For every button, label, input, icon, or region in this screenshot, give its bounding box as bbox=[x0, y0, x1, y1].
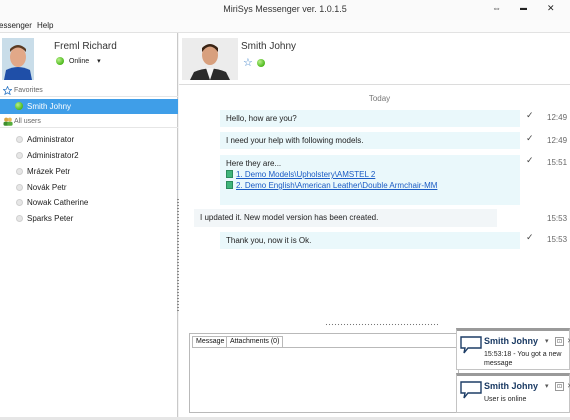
user-item-label: Nowak Catherine bbox=[27, 198, 89, 207]
notification-handle bbox=[509, 373, 525, 376]
user-item-novak-petr[interactable]: Novák Petr bbox=[0, 180, 178, 195]
read-check-icon: ✓ bbox=[526, 110, 534, 120]
users-icon bbox=[3, 117, 13, 126]
model-link-2[interactable]: 2. Demo English\American Leather\Double … bbox=[226, 181, 514, 190]
user-item-label: Mrázek Petr bbox=[27, 167, 71, 176]
chat-bubble-icon bbox=[460, 336, 482, 354]
favorite-item-label: Smith Johny bbox=[27, 102, 72, 111]
user-item-administrator2[interactable]: Administrator2 bbox=[0, 148, 178, 163]
menu-help[interactable]: Help bbox=[37, 21, 53, 30]
notification-sender: Smith Johny bbox=[484, 336, 539, 346]
model-link-1[interactable]: 1. Demo Models\Upholstery\AMSTEL 2 bbox=[226, 170, 514, 179]
chevron-down-icon[interactable]: ▾ bbox=[545, 337, 549, 345]
user-item-label: Sparks Peter bbox=[27, 214, 74, 223]
offline-icon bbox=[16, 152, 23, 159]
message-time: 12:49 bbox=[547, 113, 568, 122]
window-title: MiriSys Messenger ver. 1.0.1.5 bbox=[223, 4, 347, 14]
read-check-icon: ✓ bbox=[526, 133, 534, 143]
compose-splitter[interactable] bbox=[325, 323, 438, 326]
favorite-item-smith-johny[interactable]: Smith Johny bbox=[0, 99, 178, 114]
notification-text: User is online bbox=[484, 396, 527, 403]
tab-attachments[interactable]: Attachments (0) bbox=[226, 336, 284, 347]
chat-bubble-icon bbox=[460, 381, 482, 399]
tab-message[interactable]: Message bbox=[192, 336, 229, 347]
my-avatar[interactable] bbox=[2, 38, 34, 80]
pin-icon[interactable]: ⊡ bbox=[555, 382, 565, 391]
message-time: 15:53 bbox=[547, 214, 568, 223]
model-link-label: 1. Demo Models\Upholstery\AMSTEL 2 bbox=[236, 170, 376, 179]
notification-text: 15:53:18 - You got a new message bbox=[484, 351, 562, 367]
chevron-down-icon[interactable]: ▾ bbox=[545, 382, 549, 390]
contact-name: Smith Johny bbox=[241, 41, 297, 52]
file-icon bbox=[226, 170, 233, 178]
user-item-mrazek-petr[interactable]: Mrázek Petr bbox=[0, 164, 178, 179]
favorite-star-icon[interactable]: ☆ bbox=[243, 57, 253, 69]
message-text: I need your help with following models. bbox=[226, 136, 364, 145]
message-bubble: Thank you, now it is Ok. bbox=[220, 232, 520, 249]
message-bubble: Here they are... 1. Demo Models\Upholste… bbox=[220, 155, 520, 205]
status-label: Online bbox=[68, 58, 90, 65]
read-check-icon: ✓ bbox=[526, 155, 534, 165]
message-bubble-incoming: I updated it. New model version has been… bbox=[194, 209, 497, 227]
user-item-label: Administrator bbox=[27, 135, 75, 144]
my-profile: Freml Richard Online ▾ bbox=[0, 33, 178, 83]
pin-icon[interactable]: ⊡ bbox=[555, 337, 565, 346]
message-list[interactable]: Today Hello, how are you? ✓ 12:49 I need… bbox=[189, 89, 570, 339]
message-text: Thank you, now it is Ok. bbox=[226, 236, 312, 245]
user-item-sparks-peter[interactable]: Sparks Peter bbox=[0, 211, 178, 226]
user-item-nowak-catherine[interactable]: Nowak Catherine bbox=[0, 195, 178, 210]
offline-icon bbox=[16, 199, 23, 206]
favorites-header[interactable]: Favorites bbox=[0, 85, 178, 97]
my-name: Freml Richard bbox=[54, 41, 117, 52]
offline-icon bbox=[16, 136, 23, 143]
file-icon bbox=[226, 181, 233, 189]
message-text: Here they are... bbox=[226, 159, 282, 168]
contact-avatar[interactable] bbox=[182, 38, 238, 80]
notification-handle bbox=[509, 328, 525, 331]
menu-messenger[interactable]: essenger bbox=[0, 21, 32, 30]
offline-icon bbox=[16, 215, 23, 222]
notification-sender: Smith Johny bbox=[484, 381, 539, 391]
user-item-label: Novák Petr bbox=[27, 183, 67, 192]
all-users-header[interactable]: All users bbox=[0, 116, 178, 128]
read-check-icon: ✓ bbox=[526, 232, 534, 242]
message-bubble: I need your help with following models. bbox=[220, 132, 520, 149]
online-icon bbox=[257, 58, 266, 67]
user-item-administrator[interactable]: Administrator bbox=[0, 132, 178, 147]
online-icon bbox=[15, 102, 23, 110]
compose-box: Message Attachments (0) bbox=[189, 333, 459, 413]
online-icon bbox=[56, 57, 64, 66]
message-input[interactable] bbox=[192, 347, 456, 410]
title-bar: MiriSys Messenger ver. 1.0.1.5 ⇔ ▬ ✕ bbox=[0, 0, 570, 20]
message-bubble: Hello, how are you? bbox=[220, 110, 520, 127]
favorites-label: Favorites bbox=[14, 87, 43, 94]
message-time: 12:49 bbox=[547, 136, 568, 145]
notification-popup[interactable]: Smith Johny ▾ ⊡ ✕ 15:53:18 - You got a n… bbox=[456, 328, 570, 370]
chevron-down-icon: ▾ bbox=[97, 58, 101, 65]
day-separator: Today bbox=[368, 94, 391, 103]
offline-icon bbox=[16, 168, 23, 175]
contact-header: Smith Johny ☆ bbox=[179, 33, 570, 85]
contact-status-icons: ☆ bbox=[243, 56, 266, 69]
star-icon bbox=[3, 86, 12, 95]
message-time: 15:53 bbox=[547, 235, 568, 244]
close-icon[interactable]: ✕ bbox=[547, 3, 555, 14]
user-item-label: Administrator2 bbox=[27, 151, 79, 160]
contacts-pane: Freml Richard Online ▾ Favorites Smith J… bbox=[0, 33, 179, 417]
restore-icon[interactable]: ⇔ bbox=[492, 3, 501, 13]
message-text: Hello, how are you? bbox=[226, 114, 297, 123]
status-selector[interactable]: Online ▾ bbox=[56, 57, 101, 66]
all-users-label: All users bbox=[14, 118, 41, 125]
notification-popup[interactable]: Smith Johny ▾ ⊡ ✕ User is online bbox=[456, 373, 570, 413]
offline-icon bbox=[16, 184, 23, 191]
menu-bar: essenger Help bbox=[0, 20, 570, 33]
message-text: I updated it. New model version has been… bbox=[200, 213, 379, 222]
model-link-label: 2. Demo English\American Leather\Double … bbox=[236, 181, 438, 190]
minimize-icon[interactable]: ▬ bbox=[520, 5, 527, 12]
message-time: 15:51 bbox=[547, 158, 568, 167]
